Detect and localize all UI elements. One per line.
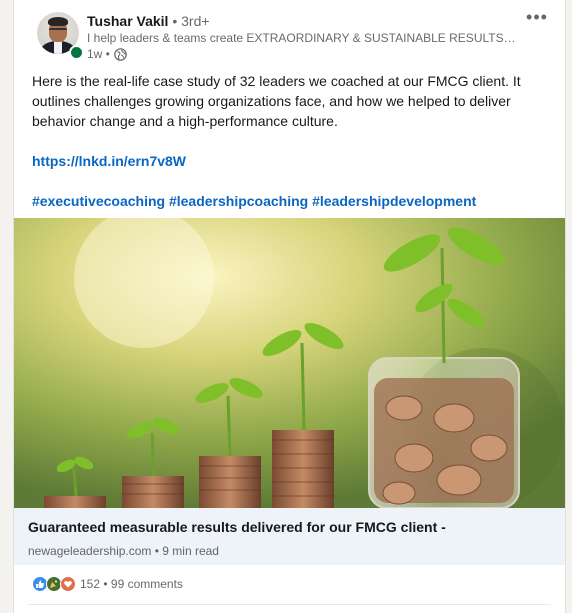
avatar-shirt: [54, 41, 62, 54]
post-card: Tushar Vakil • 3rd+ I help leaders & tea…: [13, 0, 566, 613]
divider: [28, 604, 551, 605]
hashtags: #executivecoaching #leadershipcoaching #…: [32, 191, 552, 211]
reactions-count[interactable]: 152: [80, 577, 100, 591]
hashtag-leadershipcoaching[interactable]: #leadershipcoaching: [169, 193, 308, 209]
post-link[interactable]: https://lnkd.in/ern7v8W: [32, 153, 186, 169]
post-body: Here is the real-life case study of 32 l…: [32, 71, 552, 211]
post-time: 1w •: [87, 47, 110, 61]
globe-icon: [114, 47, 127, 61]
author-name-line: Tushar Vakil • 3rd+: [87, 13, 210, 29]
comments-count[interactable]: 99 comments: [111, 577, 183, 591]
article-source: newageleadership.com • 9 min read: [28, 544, 219, 558]
more-options-button[interactable]: •••: [523, 8, 551, 30]
post-text: Here is the real-life case study of 32 l…: [32, 73, 521, 129]
love-icon: [60, 576, 76, 592]
hashtag-executivecoaching[interactable]: #executivecoaching: [32, 193, 165, 209]
hashtag-leadershipdevelopment[interactable]: #leadershipdevelopment: [312, 193, 476, 209]
article-image[interactable]: [14, 218, 565, 508]
reaction-icons[interactable]: [32, 576, 76, 592]
post-meta: 1w •: [87, 47, 127, 61]
social-counts: 152 • 99 comments: [32, 576, 183, 592]
author-name[interactable]: Tushar Vakil: [87, 13, 168, 29]
author-headline: I help leaders & teams create EXTRAORDIN…: [87, 31, 516, 45]
connection-degree: • 3rd+: [168, 13, 210, 29]
online-status-icon: [69, 45, 84, 60]
avatar-hair: [48, 17, 68, 26]
article-footer[interactable]: Guaranteed measurable results delivered …: [14, 508, 565, 565]
social-separator: •: [100, 577, 111, 591]
article-title[interactable]: Guaranteed measurable results delivered …: [28, 519, 446, 535]
post-header: Tushar Vakil • 3rd+ I help leaders & tea…: [14, 0, 565, 61]
avatar-glasses: [49, 28, 67, 34]
